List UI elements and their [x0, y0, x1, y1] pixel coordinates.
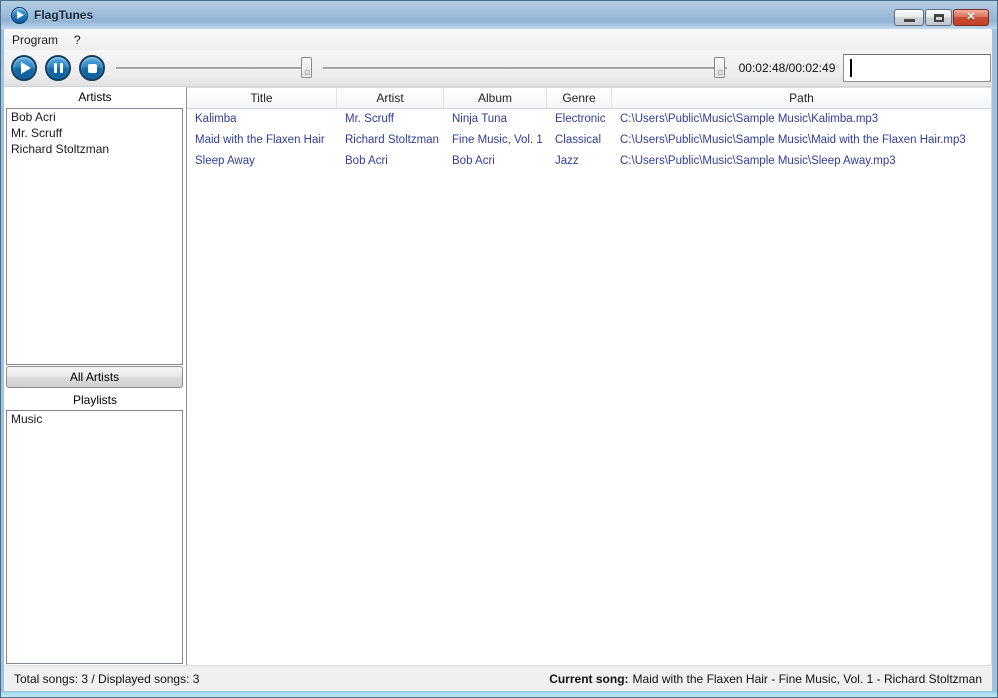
- sidebar: Artists Bob Acri Mr. Scruff Richard Stol…: [4, 87, 186, 665]
- cell-artist: Richard Stoltzman: [345, 134, 439, 146]
- artists-listbox[interactable]: Bob Acri Mr. Scruff Richard Stoltzman: [6, 108, 183, 365]
- cell-genre: Electronic: [555, 113, 606, 125]
- seek-slider[interactable]: [323, 56, 727, 80]
- cell-genre: Classical: [555, 134, 602, 146]
- menu-item-program[interactable]: Program: [4, 29, 66, 50]
- cell-title: Kalimba: [195, 113, 237, 125]
- minimize-icon: [903, 18, 915, 22]
- window-title: FlagTunes: [34, 8, 94, 22]
- artists-label: Artists: [78, 90, 112, 104]
- close-button[interactable]: ✕: [953, 9, 989, 26]
- pause-icon: [53, 63, 63, 73]
- time-display: 00:02:48/00:02:49: [738, 61, 836, 75]
- search-box[interactable]: [843, 54, 991, 82]
- volume-slider-track[interactable]: [116, 67, 312, 69]
- cell-path: C:\Users\Public\Music\Sample Music\Kalim…: [620, 113, 879, 125]
- current-song-value: Maid with the Flaxen Hair - Fine Music, …: [632, 671, 982, 686]
- playlists-listbox[interactable]: Music: [6, 410, 183, 664]
- stop-button[interactable]: [79, 55, 105, 81]
- playlists-label: Playlists: [72, 393, 117, 407]
- close-icon: ✕: [966, 11, 976, 23]
- menu-item-help[interactable]: ?: [66, 29, 89, 50]
- table-row[interactable]: Kalimba Mr. Scruff Ninja Tuna Electronic…: [187, 109, 991, 130]
- column-header-genre[interactable]: Genre: [547, 88, 612, 108]
- cell-path: C:\Users\Public\Music\Sample Music\Maid …: [620, 134, 966, 146]
- maximize-button[interactable]: [925, 9, 952, 26]
- playlist-list-item[interactable]: Music: [7, 411, 182, 427]
- volume-slider-thumb[interactable]: [301, 57, 312, 78]
- column-header-album[interactable]: Album: [444, 88, 547, 108]
- app-logo-icon: [11, 6, 28, 24]
- artist-list-item[interactable]: Mr. Scruff: [7, 125, 182, 141]
- maximize-icon: [933, 13, 944, 22]
- title-bar[interactable]: FlagTunes ✕: [1, 1, 997, 29]
- window-body: Program ? 00:02:48/00:02:49 Artists Bob …: [4, 29, 992, 691]
- minimize-button[interactable]: [894, 9, 924, 26]
- cell-path: C:\Users\Public\Music\Sample Music\Sleep…: [620, 155, 896, 167]
- table-row[interactable]: Sleep Away Bob Acri Bob Acri Jazz C:\Use…: [187, 151, 991, 172]
- status-current-song: Current song: Maid with the Flaxen Hair -…: [549, 672, 982, 686]
- seek-slider-thumb[interactable]: [714, 57, 725, 78]
- stop-icon: [87, 63, 97, 73]
- current-song-label: Current song:: [549, 671, 629, 686]
- cell-artist: Mr. Scruff: [345, 113, 394, 125]
- text-caret: [850, 59, 852, 77]
- cell-genre: Jazz: [555, 155, 579, 167]
- cell-album: Ninja Tuna: [452, 113, 507, 125]
- artist-list-item[interactable]: Bob Acri: [7, 109, 182, 125]
- volume-slider[interactable]: [116, 56, 312, 80]
- column-header-path[interactable]: Path: [612, 88, 991, 108]
- songs-table: Title Artist Album Genre Path Kalimba Mr…: [186, 87, 992, 665]
- play-button[interactable]: [11, 55, 37, 81]
- cell-title: Sleep Away: [195, 155, 255, 167]
- column-header-title[interactable]: Title: [187, 88, 337, 108]
- songs-table-header: Title Artist Album Genre Path: [187, 88, 991, 109]
- cell-album: Bob Acri: [452, 155, 495, 167]
- table-row[interactable]: Maid with the Flaxen Hair Richard Stoltz…: [187, 130, 991, 151]
- all-artists-button[interactable]: All Artists: [6, 366, 183, 388]
- cell-title: Maid with the Flaxen Hair: [195, 134, 325, 146]
- pause-button[interactable]: [45, 55, 71, 81]
- menu-bar: Program ?: [4, 29, 992, 50]
- play-icon: [20, 62, 31, 74]
- status-song-count: Total songs: 3 / Displayed songs: 3: [14, 671, 200, 686]
- window-frame-bottom: [1, 691, 997, 697]
- main-content: Artists Bob Acri Mr. Scruff Richard Stol…: [4, 87, 992, 665]
- artist-list-item[interactable]: Richard Stoltzman: [7, 141, 182, 157]
- toolbar: 00:02:48/00:02:49: [4, 50, 992, 87]
- cell-artist: Bob Acri: [345, 155, 388, 167]
- search-input[interactable]: [843, 54, 991, 82]
- cell-album: Fine Music, Vol. 1: [452, 134, 543, 146]
- app-window: FlagTunes ✕ Program ? 00:02:48/00:02:49: [0, 0, 998, 698]
- column-header-artist[interactable]: Artist: [337, 88, 444, 108]
- seek-slider-track[interactable]: [323, 67, 727, 69]
- status-bar: Total songs: 3 / Displayed songs: 3 Curr…: [4, 665, 992, 691]
